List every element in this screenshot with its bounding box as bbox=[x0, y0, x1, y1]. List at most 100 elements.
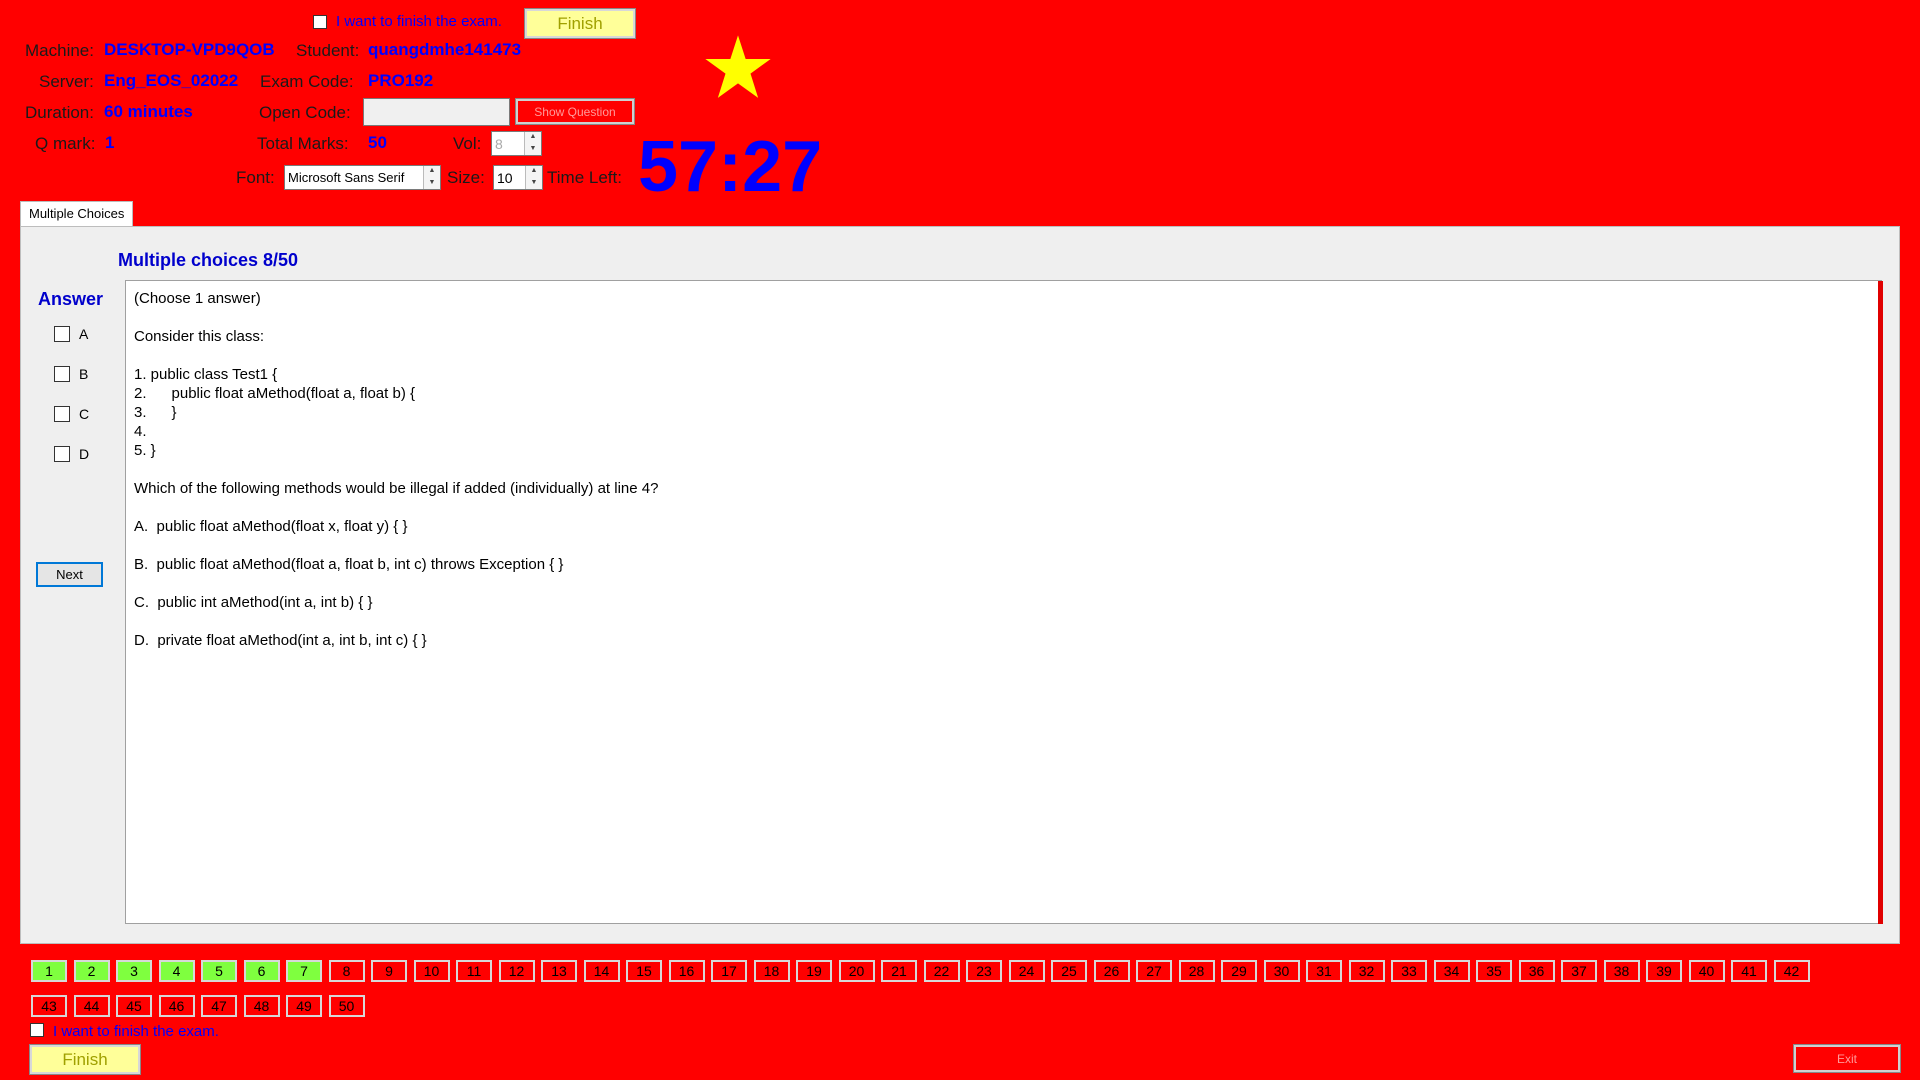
question-nav-button-34[interactable]: 34 bbox=[1433, 960, 1470, 982]
question-nav-button-29[interactable]: 29 bbox=[1221, 960, 1257, 982]
time-left-label: Time Left: bbox=[547, 168, 622, 187]
question-nav-button-40[interactable]: 40 bbox=[1688, 960, 1725, 982]
answer-option-b[interactable]: B bbox=[54, 366, 88, 382]
question-nav-button-44[interactable]: 44 bbox=[73, 995, 110, 1017]
question-nav-button-20[interactable]: 20 bbox=[838, 960, 875, 982]
open-code-label: Open Code: bbox=[259, 103, 351, 122]
duration-label: Duration: bbox=[25, 103, 94, 122]
question-nav-button-45[interactable]: 45 bbox=[116, 995, 152, 1017]
finish-checkbox-top-label: I want to finish the exam. bbox=[336, 13, 502, 30]
open-code-input[interactable] bbox=[363, 98, 510, 126]
spinner-up-icon[interactable]: ▲ bbox=[424, 166, 440, 178]
question-nav-button-14[interactable]: 14 bbox=[583, 960, 620, 982]
answer-option-d[interactable]: D bbox=[54, 446, 89, 462]
question-nav-button-32[interactable]: 32 bbox=[1348, 960, 1385, 982]
question-nav-button-21[interactable]: 21 bbox=[881, 960, 917, 982]
question-nav-button-12[interactable]: 12 bbox=[498, 960, 535, 982]
finish-button-bottom[interactable]: Finish bbox=[29, 1044, 141, 1075]
question-nav-button-41[interactable]: 41 bbox=[1731, 960, 1767, 982]
spinner-down-icon[interactable]: ▼ bbox=[525, 143, 541, 155]
question-nav-button-49[interactable]: 49 bbox=[286, 995, 322, 1017]
show-question-button[interactable]: Show Question bbox=[515, 98, 635, 125]
question-nav-button-31[interactable]: 31 bbox=[1306, 960, 1342, 982]
star-icon bbox=[705, 35, 771, 98]
answer-checkbox-d[interactable] bbox=[54, 446, 70, 462]
question-nav-button-43[interactable]: 43 bbox=[31, 995, 67, 1017]
question-nav-button-9[interactable]: 9 bbox=[371, 960, 407, 982]
question-nav-button-47[interactable]: 47 bbox=[201, 995, 237, 1017]
answer-checkbox-b[interactable] bbox=[54, 366, 70, 382]
next-button[interactable]: Next bbox=[36, 562, 103, 587]
student-label: Student: bbox=[296, 41, 360, 60]
question-nav-button-18[interactable]: 18 bbox=[753, 960, 790, 982]
question-nav-button-5[interactable]: 5 bbox=[201, 960, 237, 982]
exit-button[interactable]: Exit bbox=[1793, 1044, 1901, 1073]
question-nav-button-22[interactable]: 22 bbox=[923, 960, 960, 982]
question-nav-button-10[interactable]: 10 bbox=[413, 960, 450, 982]
finish-checkbox-bottom[interactable] bbox=[30, 1023, 44, 1037]
finish-button-top[interactable]: Finish bbox=[524, 8, 636, 39]
question-nav-button-42[interactable]: 42 bbox=[1773, 960, 1810, 982]
machine-value: DESKTOP-VPD9QOB bbox=[104, 40, 275, 59]
question-nav-button-30[interactable]: 30 bbox=[1263, 960, 1300, 982]
qmark-label: Q mark: bbox=[35, 134, 96, 153]
spinner-down-icon[interactable]: ▼ bbox=[424, 177, 440, 189]
question-nav-button-8[interactable]: 8 bbox=[328, 960, 365, 982]
qmark-value: 1 bbox=[105, 133, 115, 152]
finish-checkbox-top[interactable] bbox=[313, 15, 327, 29]
question-nav-button-27[interactable]: 27 bbox=[1136, 960, 1172, 982]
question-nav-button-15[interactable]: 15 bbox=[626, 960, 662, 982]
answer-label: Answer bbox=[38, 289, 104, 309]
question-nav-button-28[interactable]: 28 bbox=[1178, 960, 1215, 982]
spinner-up-icon[interactable]: ▲ bbox=[525, 132, 541, 144]
question-text-box: (Choose 1 answer) Consider this class: 1… bbox=[125, 280, 1882, 924]
question-nav-button-19[interactable]: 19 bbox=[796, 960, 832, 982]
question-nav-button-48[interactable]: 48 bbox=[243, 995, 280, 1017]
spinner-up-icon[interactable]: ▲ bbox=[526, 166, 542, 178]
question-nav-button-11[interactable]: 11 bbox=[456, 960, 492, 982]
question-nav-button-24[interactable]: 24 bbox=[1008, 960, 1045, 982]
question-nav-button-26[interactable]: 26 bbox=[1093, 960, 1130, 982]
exam-code-value: PRO192 bbox=[368, 71, 434, 90]
question-nav-button-2[interactable]: 2 bbox=[73, 960, 110, 982]
question-nav-button-7[interactable]: 7 bbox=[286, 960, 322, 982]
answer-label-c: C bbox=[79, 406, 90, 422]
question-nav-button-33[interactable]: 33 bbox=[1391, 960, 1427, 982]
question-nav-button-39[interactable]: 39 bbox=[1646, 960, 1682, 982]
server-label: Server: bbox=[39, 72, 94, 91]
exam-code-label: Exam Code: bbox=[260, 72, 354, 91]
answer-checkbox-c[interactable] bbox=[54, 406, 70, 422]
question-nav-button-3[interactable]: 3 bbox=[116, 960, 152, 982]
size-label: Size: bbox=[447, 168, 485, 187]
question-nav-button-25[interactable]: 25 bbox=[1051, 960, 1087, 982]
answer-label-d: D bbox=[79, 446, 90, 462]
question-nav-button-37[interactable]: 37 bbox=[1561, 960, 1597, 982]
machine-label: Machine: bbox=[25, 41, 94, 60]
answer-option-c[interactable]: C bbox=[54, 406, 89, 422]
spinner-down-icon[interactable]: ▼ bbox=[526, 177, 542, 189]
server-value: Eng_EOS_02022 bbox=[104, 71, 239, 90]
answer-label-b: B bbox=[79, 366, 89, 382]
question-nav-button-23[interactable]: 23 bbox=[966, 960, 1002, 982]
tab-multiple-choices[interactable]: Multiple Choices bbox=[20, 201, 134, 227]
question-nav-button-6[interactable]: 6 bbox=[243, 960, 280, 982]
question-nav-button-36[interactable]: 36 bbox=[1518, 960, 1555, 982]
question-nav-button-35[interactable]: 35 bbox=[1476, 960, 1512, 982]
font-label: Font: bbox=[236, 168, 275, 187]
answer-checkbox-a[interactable] bbox=[54, 326, 70, 342]
total-marks-label: Total Marks: bbox=[257, 134, 349, 153]
question-nav-button-1[interactable]: 1 bbox=[31, 960, 67, 982]
size-spinner[interactable]: 10 ▲ ▼ bbox=[493, 165, 543, 190]
question-scrollbar[interactable] bbox=[1878, 281, 1883, 924]
volume-spinner[interactable]: 8 ▲ ▼ bbox=[491, 131, 542, 156]
question-nav-button-46[interactable]: 46 bbox=[158, 995, 195, 1017]
question-nav-button-4[interactable]: 4 bbox=[158, 960, 195, 982]
question-nav-button-13[interactable]: 13 bbox=[541, 960, 577, 982]
question-nav-button-17[interactable]: 17 bbox=[711, 960, 747, 982]
question-nav-button-38[interactable]: 38 bbox=[1603, 960, 1640, 982]
question-nav-button-50[interactable]: 50 bbox=[328, 995, 365, 1017]
answer-option-a[interactable]: A bbox=[54, 326, 88, 342]
question-navigator-row2: 43 44 45 46 47 48 49 50 bbox=[31, 995, 365, 1017]
font-selector[interactable]: Microsoft Sans Serif ▲ ▼ bbox=[284, 165, 441, 190]
question-nav-button-16[interactable]: 16 bbox=[668, 960, 705, 982]
